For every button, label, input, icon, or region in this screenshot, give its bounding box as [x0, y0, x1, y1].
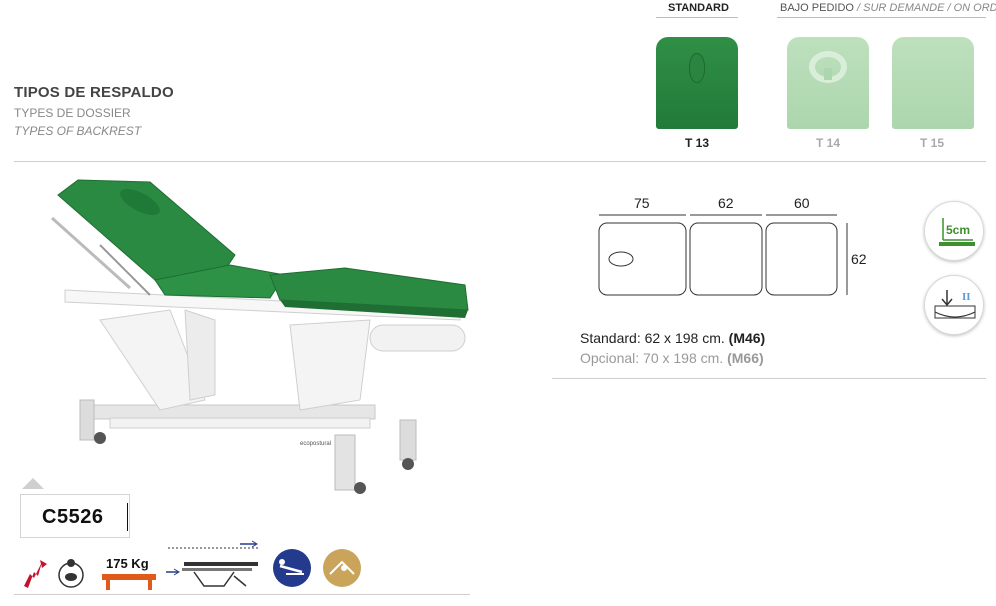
spec-optional-size: Opcional: 70 x 198 cm. [580, 350, 724, 366]
svg-text:II: II [962, 291, 971, 303]
backrest-title-es: TIPOS DE RESPALDO [14, 84, 174, 101]
backrest-title-fr: TYPES DE DOSSIER [14, 106, 131, 120]
max-weight-icon [102, 574, 156, 590]
trendelenburg-icon [323, 549, 361, 587]
text-cursor [127, 503, 128, 531]
dim-label-width: 62 [851, 251, 867, 267]
face-hole-icon [689, 53, 705, 83]
on-order-label-fr: / SUR DEMANDE / [857, 2, 951, 14]
backrest-code-t13: T 13 [685, 136, 710, 150]
size-specs: Standard: 62 x 198 cm. (M46) Opcional: 7… [580, 330, 765, 366]
dim-section-3 [765, 222, 838, 296]
dim-section-2 [689, 222, 763, 296]
face-ring-icon [809, 51, 847, 83]
dim-label-section-3: 60 [794, 195, 810, 211]
section-divider-top [14, 161, 986, 162]
spec-standard-size: Standard: 62 x 198 cm. [580, 330, 725, 346]
flat-position-icon [273, 549, 311, 587]
dim-label-section-1: 75 [634, 195, 650, 211]
section-divider-middle [552, 378, 986, 379]
memory-foam-icon: II [934, 290, 976, 319]
backrest-title-en: TYPES OF BACKREST [14, 124, 142, 138]
spec-optional: Opcional: 70 x 198 cm. (M66) [580, 350, 765, 366]
backrest-swatch-t14[interactable] [787, 37, 869, 129]
height-range-icon [166, 540, 260, 587]
on-order-group-label: BAJO PEDIDO / SUR DEMANDE / ON ORDER [780, 2, 996, 14]
electric-motor-icon [24, 560, 47, 588]
standard-group-divider [656, 17, 738, 18]
backrest-code-t14: T 14 [816, 136, 841, 150]
dim-label-section-2: 62 [718, 195, 734, 211]
brand-mark: ecopostural [300, 441, 331, 447]
backrest-code-t15: T 15 [920, 136, 945, 150]
dimension-diagram: 75 62 60 62 [598, 195, 867, 296]
section-divider-bottom [14, 594, 470, 595]
model-code-box: C5526 [20, 494, 130, 538]
treatment-table-image: ecopostural [50, 179, 469, 494]
padding-thickness-label: 5cm [946, 223, 971, 237]
padding-thickness-badge: 5cm [924, 201, 984, 261]
memory-foam-badge: II [924, 275, 984, 335]
max-weight-label: 175 Kg [106, 556, 149, 571]
on-order-group-divider [777, 17, 986, 18]
model-code: C5526 [42, 506, 104, 528]
foot-control-icon [58, 559, 84, 588]
backrest-swatch-t13[interactable] [656, 37, 738, 129]
face-hole-outline-icon [608, 251, 634, 267]
backrest-swatch-t15[interactable] [892, 37, 974, 129]
spec-standard-code: (M46) [728, 330, 766, 346]
on-order-label-es: BAJO PEDIDO [780, 2, 854, 14]
model-pointer-icon [22, 478, 44, 489]
standard-group-label: STANDARD [668, 2, 729, 14]
spec-standard: Standard: 62 x 198 cm. (M46) [580, 330, 765, 346]
spec-optional-code: (M66) [727, 350, 764, 366]
backrest-section-title: TIPOS DE RESPALDO TYPES DE DOSSIER TYPES… [14, 84, 174, 138]
on-order-label-en: ON ORDER [953, 2, 996, 14]
